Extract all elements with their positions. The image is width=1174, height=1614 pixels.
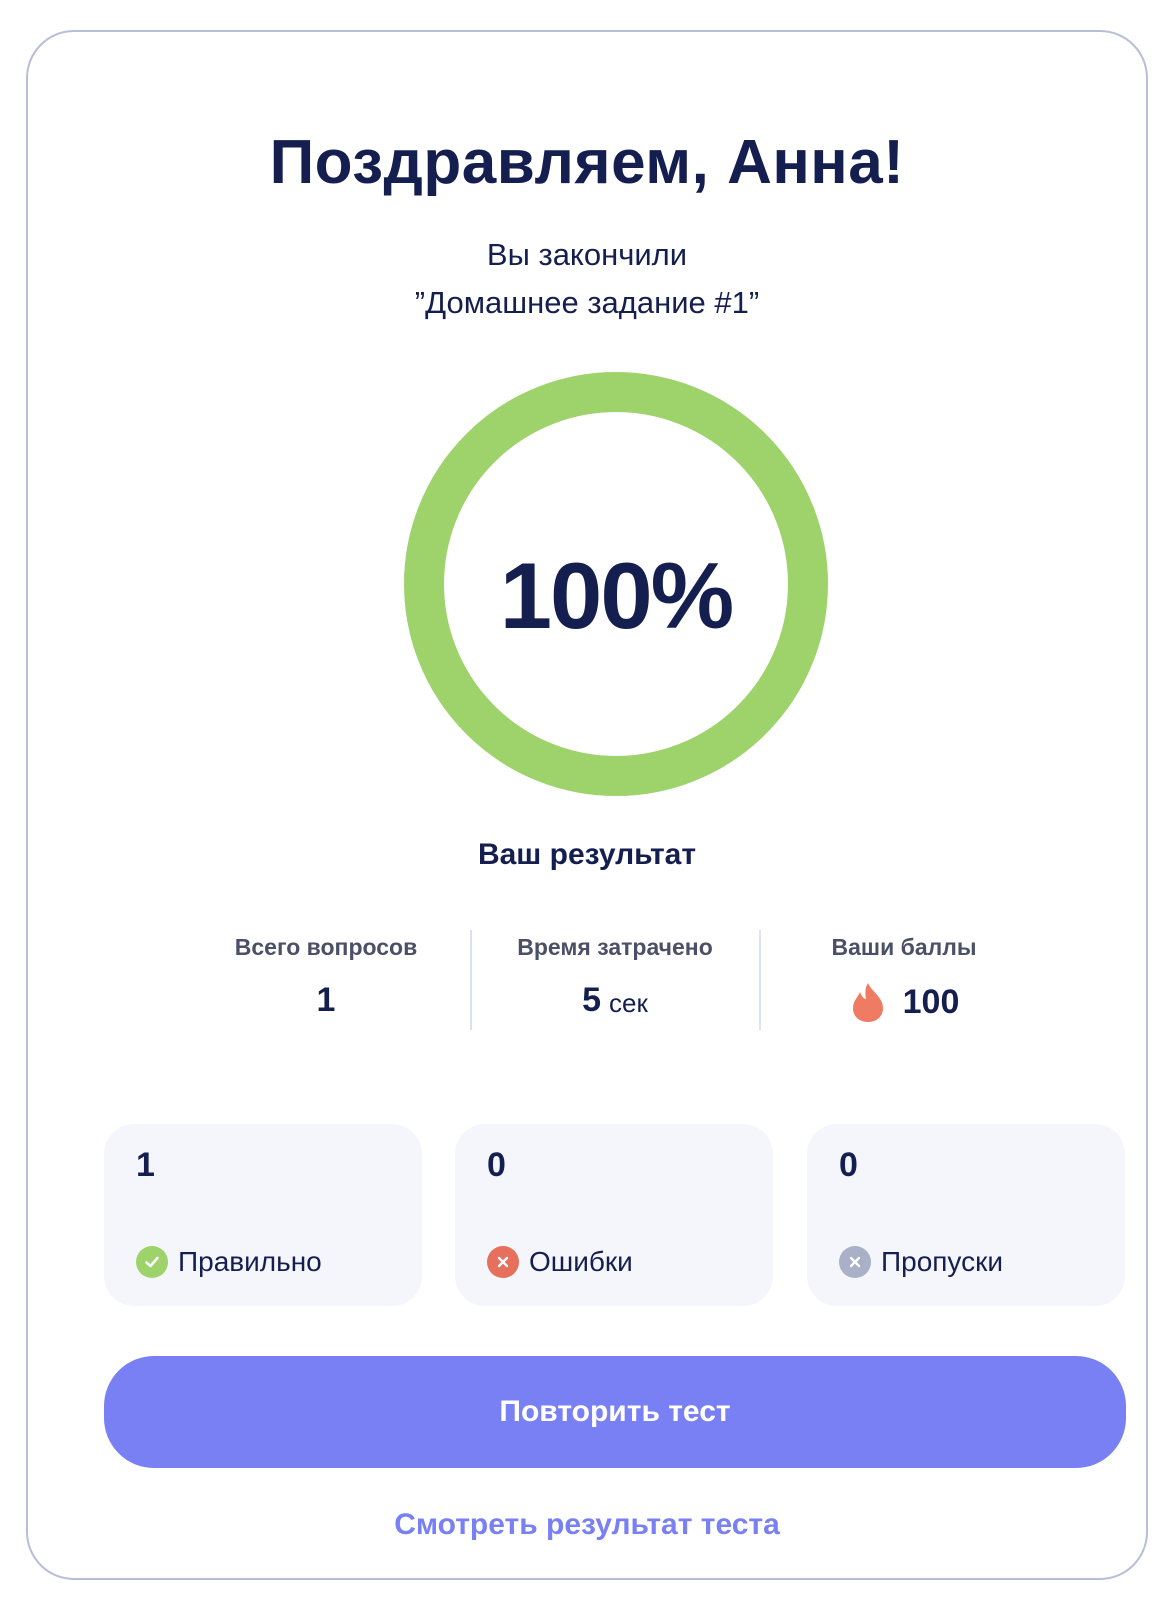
tile-errors-footer: Ошибки [487,1246,633,1278]
view-results-link[interactable]: Смотреть результат теста [28,1508,1146,1542]
finished-text: Вы закончили [486,237,688,272]
tile-errors-label: Ошибки [529,1246,633,1277]
retry-test-button[interactable]: Повторить тест [104,1356,1126,1468]
results-card: Поздравляем, Анна! Вы закончили ”Домашне… [26,30,1148,1580]
cross-icon [487,1246,519,1278]
stat-total-questions-value-row: 1 [182,981,470,1020]
tile-skipped-footer: Пропуски [839,1246,1003,1278]
tile-correct-value: 1 [136,1146,155,1184]
tile-correct-footer: Правильно [136,1246,322,1278]
tile-skipped-value: 0 [839,1146,858,1184]
stat-total-questions: Всего вопросов 1 [182,930,470,1030]
stat-time-spent-label: Время затрачено [517,934,713,960]
stat-total-questions-value: 1 [316,981,336,1019]
score-ring: 100% [396,364,836,804]
stat-time-spent: Время затрачено 5 сек [471,930,759,1030]
skip-icon [839,1246,871,1278]
stat-points-value: 100 [902,982,960,1021]
tile-skipped: 0 Пропуски [807,1124,1125,1306]
stat-points-value-row: 100 [760,981,1048,1023]
tile-errors-value: 0 [487,1146,506,1184]
congrats-title: Поздравляем, Анна! [269,128,905,197]
tile-skipped-label: Пропуски [881,1246,1004,1277]
assignment-name: ”Домашнее задание #1” [414,285,760,320]
stat-total-questions-label: Всего вопросов [234,934,418,960]
stat-points-label: Ваши баллы [831,934,977,960]
stat-time-spent-unit: сек [609,988,648,1018]
stat-time-spent-value: 5 [582,981,602,1019]
tile-correct-label: Правильно [178,1246,322,1277]
stat-points: Ваши баллы 100 [760,930,1048,1030]
tile-errors: 0 Ошибки [455,1124,773,1306]
tile-correct: 1 Правильно [104,1124,422,1306]
answer-summary: 1 Правильно 0 Ошибки 0 Пропуски [104,1124,1126,1306]
result-label: Ваш результат [477,838,697,871]
stats-row: Всего вопросов 1 Время затрачено 5 сек В… [182,930,1048,1030]
score-percent: 100% [499,543,734,648]
flame-icon [849,981,887,1023]
check-icon [136,1246,168,1278]
stat-time-spent-value-row: 5 сек [471,981,759,1020]
